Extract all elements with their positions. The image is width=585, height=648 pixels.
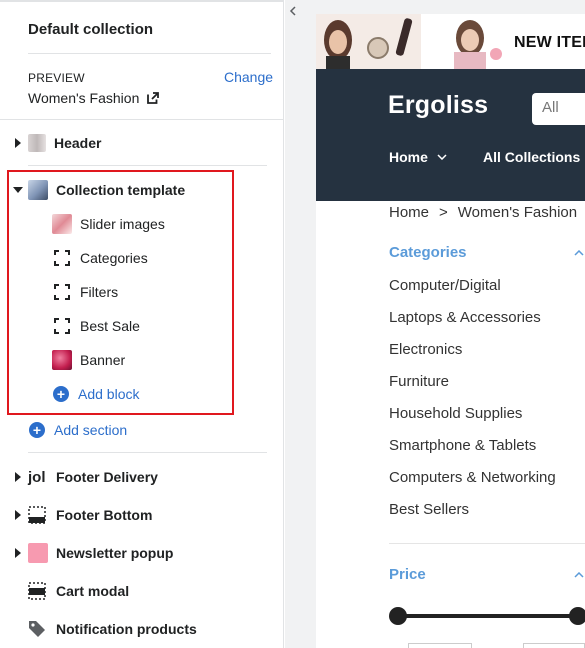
nav-home[interactable]: Home <box>389 149 447 165</box>
price-slider-track[interactable] <box>396 614 585 618</box>
header-thumbnail <box>28 134 46 152</box>
cart-modal-icon <box>28 581 48 601</box>
category-link[interactable]: Furniture <box>389 373 449 390</box>
chevron-down-icon <box>437 154 447 160</box>
nav-label: Home <box>389 149 428 165</box>
price-max-input[interactable] <box>523 643 585 648</box>
highlight-box <box>7 170 234 415</box>
section-label: Footer Delivery <box>56 469 158 485</box>
category-link[interactable]: Best Sellers <box>389 501 469 518</box>
section-label: Header <box>54 135 102 151</box>
promo-model-image <box>446 14 506 69</box>
chevron-right-icon[interactable] <box>13 548 23 558</box>
chevron-up-icon[interactable] <box>574 250 584 256</box>
store-header: Ergoliss All Home All Collections <box>316 69 585 201</box>
top-divider <box>0 0 284 2</box>
search-category-select[interactable]: All <box>532 93 585 125</box>
newsletter-thumbnail <box>28 543 48 563</box>
external-link-icon <box>147 92 160 104</box>
promo-banner[interactable]: NEW ITEM <box>316 14 585 69</box>
breadcrumb-home[interactable]: Home <box>389 204 429 221</box>
section-notification-products[interactable]: Notification products <box>0 615 284 643</box>
chevron-right-icon[interactable] <box>13 138 23 148</box>
chevron-right-icon[interactable] <box>13 472 23 482</box>
price-slider-max-handle[interactable] <box>569 607 585 625</box>
chevron-up-icon[interactable] <box>574 572 584 578</box>
add-section-button[interactable]: + Add section <box>29 422 127 438</box>
plus-circle-icon: + <box>29 422 45 438</box>
nav-all-collections[interactable]: All Collections <box>483 149 580 165</box>
divider <box>389 543 585 544</box>
breadcrumb: Home > Women's Fashion <box>389 204 577 221</box>
store-logo[interactable]: Ergoliss <box>388 91 488 120</box>
promo-model-image <box>316 14 421 69</box>
category-link[interactable]: Smartphone & Tablets <box>389 437 536 454</box>
category-link[interactable]: Computers & Networking <box>389 469 556 486</box>
section-footer-delivery[interactable]: jol Footer Delivery <box>0 463 284 491</box>
section-label: Notification products <box>56 621 197 637</box>
section-newsletter-popup[interactable]: Newsletter popup <box>0 539 284 567</box>
divider <box>28 53 271 54</box>
price-title[interactable]: Price <box>389 566 426 583</box>
category-link[interactable]: Computer/Digital <box>389 277 501 294</box>
promo-text: NEW ITEM <box>514 34 585 51</box>
section-footer-bottom[interactable]: Footer Bottom <box>0 501 284 529</box>
price-slider-min-handle[interactable] <box>389 607 407 625</box>
chevron-right-icon[interactable] <box>13 510 23 520</box>
change-link[interactable]: Change <box>224 69 273 85</box>
section-header[interactable]: Header <box>0 129 284 157</box>
section-label: Footer Bottom <box>56 507 153 523</box>
add-section-label: Add section <box>54 422 128 438</box>
breadcrumb-separator: > <box>439 204 448 221</box>
footer-delivery-icon: jol <box>28 468 46 486</box>
section-cart-modal[interactable]: Cart modal <box>0 577 284 605</box>
nav-label: All Collections <box>483 149 581 165</box>
tag-icon <box>28 619 48 639</box>
storefront-preview: NEW ITEM Ergoliss All Home All Collectio… <box>316 14 585 648</box>
section-label: Newsletter popup <box>56 545 174 561</box>
breadcrumb-current: Women's Fashion <box>457 204 578 221</box>
divider <box>28 452 267 453</box>
category-link[interactable]: Laptops & Accessories <box>389 309 541 326</box>
chevron-left-icon[interactable] <box>289 6 297 16</box>
divider <box>0 119 284 120</box>
price-min-input[interactable] <box>408 643 472 648</box>
preview-collection-name: Women's Fashion <box>28 90 140 106</box>
preview-collection-link[interactable]: Women's Fashion <box>28 90 160 106</box>
theme-editor-sidebar: Default collection PREVIEW Change Women'… <box>0 0 284 648</box>
category-link[interactable]: Household Supplies <box>389 405 522 422</box>
footer-layout-icon <box>28 505 48 525</box>
section-label: Cart modal <box>56 583 130 599</box>
divider <box>28 165 267 166</box>
categories-title[interactable]: Categories <box>389 244 467 261</box>
collection-title: Default collection <box>28 21 154 38</box>
preview-label: PREVIEW <box>28 71 85 85</box>
category-link[interactable]: Electronics <box>389 341 462 358</box>
